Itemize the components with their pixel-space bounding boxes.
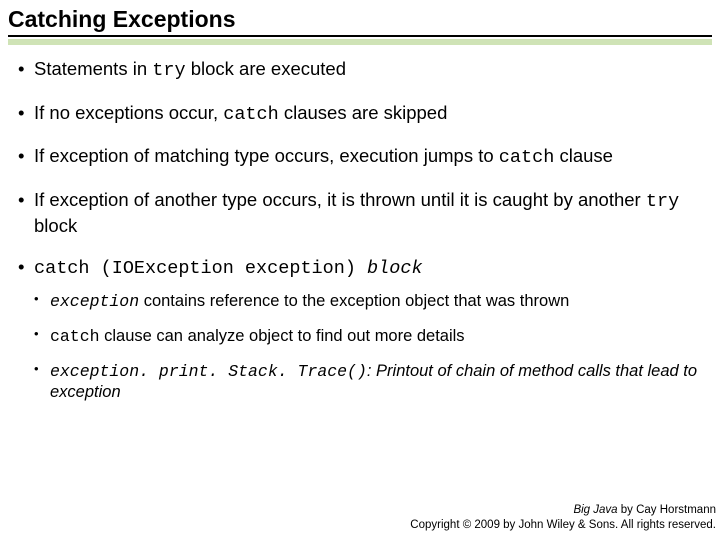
code-exception: exception [50,292,139,311]
title-underline [8,35,712,37]
bullet-4: If exception of another type occurs, it … [18,188,702,237]
bullet-text: clause can analyze object to find out mo… [100,327,465,345]
bullet-text: clauses are skipped [279,102,448,123]
bullet-text: block are executed [186,58,346,79]
code-stacktrace: exception. print. Stack. Trace() [50,362,367,381]
code-catch: catch [499,147,555,168]
sub-bullet-1: exception contains reference to the exce… [34,291,702,312]
footer-line-2: Copyright © 2009 by John Wiley & Sons. A… [410,518,716,534]
code-catch: catch [50,327,100,346]
bullet-1: Statements in try block are executed [18,57,702,83]
slide-footer: Big Java by Cay Horstmann Copyright © 20… [410,503,716,534]
slide-content: Statements in try block are executed If … [0,45,720,403]
bullet-text: Statements in [34,58,152,79]
bullet-text: If exception of another type occurs, it … [34,189,646,210]
bullet-text: block [34,215,77,236]
sub-bullet-3: exception. print. Stack. Trace(): Printo… [34,361,702,403]
bullet-text: clause [554,145,613,166]
code-block: block [356,258,423,279]
title-area: Catching Exceptions [0,0,720,45]
sub-bullet-2: catch clause can analyze object to find … [34,326,702,347]
bullet-text: contains reference to the exception obje… [139,292,569,310]
code-catch: catch [223,104,279,125]
bullet-2: If no exceptions occur, catch clauses ar… [18,101,702,127]
code-catch-sig: catch (IOException exception) [34,258,356,279]
bullet-text: If no exceptions occur, [34,102,223,123]
code-try: try [152,60,185,81]
footer-line-1: Big Java by Cay Horstmann [410,503,716,519]
book-title: Big Java [573,504,617,516]
bullet-3: If exception of matching type occurs, ex… [18,144,702,170]
author: by Cay Horstmann [618,504,716,516]
bullet-text: If exception of matching type occurs, ex… [34,145,499,166]
bullet-5: catch (IOException exception) block exce… [18,255,702,403]
slide-title: Catching Exceptions [8,6,712,35]
code-try: try [646,191,679,212]
